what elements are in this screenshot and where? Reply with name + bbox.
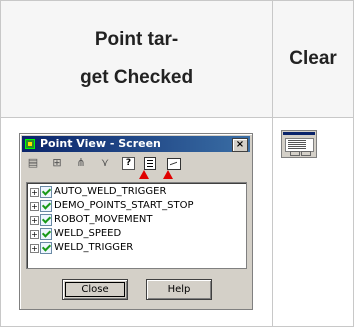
tree-item-label: DEMO_POINTS_START_STOP: [54, 200, 194, 211]
tree-item-label: AUTO_WELD_TRIGGER: [54, 186, 167, 197]
cell-point-target-screenshot: Point View - Screen × ▤ ⊞ ⋔ ⋎ ? + AUTO_W…: [0, 117, 274, 327]
expand-icon[interactable]: +: [30, 202, 39, 211]
thumbnail-row: [288, 142, 307, 143]
clear-view-icon[interactable]: [167, 158, 181, 170]
dialog-title: Point View - Screen: [40, 137, 161, 150]
help-icon[interactable]: ?: [122, 157, 135, 170]
header-clear: Clear: [272, 0, 354, 118]
tree-item-label: WELD_SPEED: [54, 228, 122, 239]
comparison-table: Point tar- get Checked Clear Point View …: [0, 0, 354, 327]
dialog-titlebar[interactable]: Point View - Screen ×: [22, 136, 250, 152]
help-button[interactable]: Help: [146, 279, 212, 300]
highlight-arrow-icon: [163, 170, 173, 179]
app-icon: [25, 139, 35, 149]
tree-expand-icon[interactable]: ⊞: [50, 156, 64, 170]
highlight-arrow-icon: [139, 170, 149, 179]
tree-item-label: ROBOT_MOVEMENT: [54, 214, 153, 225]
checkbox-checked-icon[interactable]: [40, 242, 52, 254]
point-view-dialog: Point View - Screen × ▤ ⊞ ⋔ ⋎ ? + AUTO_W…: [19, 133, 253, 310]
close-window-button[interactable]: ×: [232, 138, 248, 152]
header-line-1: Point tar-: [94, 29, 179, 50]
thumbnail-row: [288, 148, 307, 149]
checkbox-checked-icon[interactable]: [40, 200, 52, 212]
point-target-list-icon[interactable]: [144, 157, 156, 170]
expand-icon[interactable]: +: [30, 188, 39, 197]
tree-collapse-icon[interactable]: ⋎: [98, 156, 112, 170]
checkbox-checked-icon[interactable]: [40, 186, 52, 198]
thumbnail-row: [288, 146, 307, 147]
thumbnail-row: [288, 144, 307, 145]
checkbox-checked-icon[interactable]: [40, 214, 52, 226]
properties-icon[interactable]: ▤: [26, 156, 40, 170]
expand-icon[interactable]: +: [30, 244, 39, 253]
checkbox-checked-icon[interactable]: [40, 228, 52, 240]
close-button[interactable]: Close: [62, 279, 128, 300]
header-line-2: get Checked: [80, 67, 194, 88]
thumbnail-row: [288, 140, 307, 141]
tree-structure-icon[interactable]: ⋔: [74, 156, 88, 170]
thumbnail-button: [290, 151, 301, 156]
dialog-thumbnail: [281, 130, 318, 158]
thumbnail-titlebar: [283, 132, 316, 135]
point-tree[interactable]: + AUTO_WELD_TRIGGER + DEMO_POINTS_START_…: [26, 182, 247, 269]
thumbnail-list: [285, 138, 315, 152]
expand-icon[interactable]: +: [30, 216, 39, 225]
header-point-target-checked: Point tar- get Checked: [0, 0, 274, 118]
tree-item-label: WELD_TRIGGER: [54, 242, 134, 253]
expand-icon[interactable]: +: [30, 230, 39, 239]
thumbnail-button: [301, 151, 312, 156]
cell-clear-screenshot: [272, 117, 354, 327]
